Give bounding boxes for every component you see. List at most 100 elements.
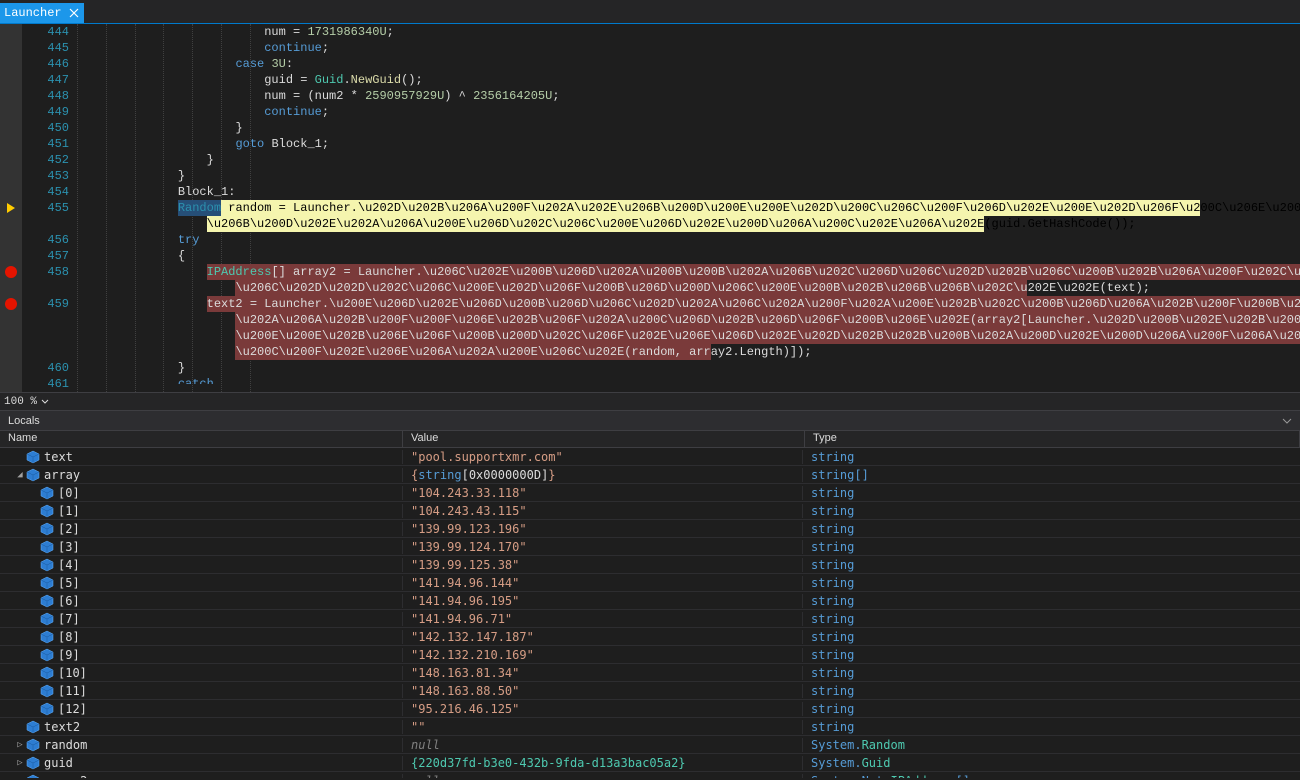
locals-row[interactable]: [5] "141.94.96.144"string	[0, 574, 1300, 592]
var-name: [10]	[58, 666, 87, 680]
chevron-down-icon[interactable]	[1282, 416, 1292, 426]
variable-icon	[26, 738, 40, 752]
locals-row[interactable]: [2]"139.99.123.196"string	[0, 520, 1300, 538]
code-line[interactable]: catch	[77, 376, 214, 384]
locals-row[interactable]: [9]"142.132.210.169"string	[0, 646, 1300, 664]
var-value: "139.99.125.38"	[403, 558, 803, 572]
code-line[interactable]: {	[77, 248, 185, 264]
locals-row[interactable]: [1]"104.243.43.115"string	[0, 502, 1300, 520]
var-type: string	[803, 540, 998, 554]
expander-icon[interactable]	[14, 740, 26, 750]
code-line[interactable]: Block_1:	[77, 184, 235, 200]
code-line[interactable]: \u200C\u200F\u202E\u206E\u206A\u202A\u20…	[77, 344, 812, 360]
code-line[interactable]: }	[77, 168, 185, 184]
var-type: string[]	[803, 468, 998, 482]
variable-icon	[40, 504, 54, 518]
var-type: string	[803, 630, 998, 644]
locals-row[interactable]: text"pool.supportxmr.com"string	[0, 448, 1300, 466]
col-header-type[interactable]: Type	[805, 431, 1300, 447]
line-number-gutter: 4444454464474484494504514524534544554564…	[22, 24, 77, 392]
code-line[interactable]: Random random = Launcher.\u202D\u202B\u2…	[77, 200, 1300, 216]
var-type: string	[803, 648, 998, 662]
var-name: text2	[44, 720, 80, 734]
code-content[interactable]: num = 1731986340U; continue; case 3U: gu…	[77, 24, 1300, 392]
var-name: array2	[44, 774, 87, 779]
code-line[interactable]: try	[77, 232, 199, 248]
variable-icon	[26, 774, 40, 779]
code-line[interactable]: \u202A\u206A\u202B\u200F\u200F\u206E\u20…	[77, 312, 1300, 328]
code-line[interactable]: continue;	[77, 104, 329, 120]
var-name: [5]	[58, 576, 80, 590]
code-line[interactable]: }	[77, 120, 243, 136]
code-line[interactable]: IPAddress[] array2 = Launcher.\u206C\u20…	[77, 264, 1300, 280]
locals-row[interactable]: [10] "148.163.81.34"string	[0, 664, 1300, 682]
var-name: [12]	[58, 702, 87, 716]
breakpoint-icon[interactable]	[5, 298, 17, 310]
code-line[interactable]: \u200E\u200E\u202B\u206E\u206F\u200B\u20…	[77, 328, 1300, 344]
variable-icon	[40, 558, 54, 572]
var-value: "142.132.210.169"	[403, 648, 803, 662]
var-type: string	[803, 666, 998, 680]
locals-row[interactable]: [12]"95.216.46.125"string	[0, 700, 1300, 718]
var-type: System.Random	[803, 738, 998, 752]
var-value: "148.163.81.34"	[403, 666, 803, 680]
tab-launcher[interactable]: Launcher	[0, 3, 84, 23]
code-editor[interactable]: 4444454464474484494504514524534544554564…	[0, 24, 1300, 392]
var-value: {220d37fd-b3e0-432b-9fda-d13a3bac05a2}	[403, 756, 803, 770]
code-line[interactable]: num = (num2 * 2590957929U) ^ 2356164205U…	[77, 88, 560, 104]
expander-icon[interactable]	[14, 758, 26, 768]
var-value: ""	[403, 720, 803, 734]
chevron-down-icon[interactable]	[41, 398, 49, 406]
variable-icon	[40, 486, 54, 500]
var-value: "141.94.96.195"	[403, 594, 803, 608]
locals-row[interactable]: [0]"104.243.33.118"string	[0, 484, 1300, 502]
code-line[interactable]: num = 1731986340U;	[77, 24, 394, 40]
locals-row[interactable]: [4]"139.99.125.38"string	[0, 556, 1300, 574]
locals-body[interactable]: text"pool.supportxmr.com"stringarray{str…	[0, 448, 1300, 778]
var-type: string	[803, 720, 998, 734]
variable-icon	[26, 756, 40, 770]
var-name: random	[44, 738, 87, 752]
code-line[interactable]: \u206B\u200D\u202E\u202A\u206A\u200E\u20…	[77, 216, 1136, 232]
locals-row[interactable]: [3]"139.99.124.170"string	[0, 538, 1300, 556]
variable-icon	[26, 468, 40, 482]
close-icon[interactable]	[68, 7, 80, 19]
var-name: [11]	[58, 684, 87, 698]
code-line[interactable]: guid = Guid.NewGuid();	[77, 72, 423, 88]
var-type: string	[803, 594, 998, 608]
locals-row[interactable]: [8]"142.132.147.187"string	[0, 628, 1300, 646]
locals-row[interactable]: guid{220d37fd-b3e0-432b-9fda-d13a3bac05a…	[0, 754, 1300, 772]
code-line[interactable]: }	[77, 360, 185, 376]
var-value: "139.99.123.196"	[403, 522, 803, 536]
var-value: "141.94.96.144"	[403, 576, 803, 590]
locals-row[interactable]: array2nullSystem.Net.IPAddress[]	[0, 772, 1300, 778]
variable-icon	[40, 666, 54, 680]
variable-icon	[40, 648, 54, 662]
expander-icon[interactable]	[14, 470, 26, 480]
locals-label: Locals	[8, 415, 40, 427]
var-type: string	[803, 576, 998, 590]
var-type: string	[803, 450, 998, 464]
zoom-level[interactable]: 100 %	[4, 396, 37, 408]
locals-row[interactable]: array{string[0x0000000D]}string[]	[0, 466, 1300, 484]
code-line[interactable]: goto Block_1;	[77, 136, 329, 152]
var-type: string	[803, 684, 998, 698]
panel-options[interactable]	[1282, 416, 1292, 426]
code-line[interactable]: \u206C\u202D\u202D\u202C\u206C\u200E\u20…	[77, 280, 1150, 296]
code-line[interactable]: continue;	[77, 40, 329, 56]
locals-row[interactable]: [7]"141.94.96.71"string	[0, 610, 1300, 628]
locals-row[interactable]: [6]"141.94.96.195"string	[0, 592, 1300, 610]
locals-row[interactable]: text2 ""string	[0, 718, 1300, 736]
locals-row[interactable]: [11]"148.163.88.50"string	[0, 682, 1300, 700]
code-line[interactable]: text2 = Launcher.\u200E\u206D\u202E\u206…	[77, 296, 1300, 312]
code-line[interactable]: case 3U:	[77, 56, 293, 72]
locals-header: Name Value Type	[0, 430, 1300, 448]
breakpoint-icon[interactable]	[5, 266, 17, 278]
var-type: string	[803, 486, 998, 500]
code-line[interactable]: }	[77, 152, 214, 168]
locals-panel-title: Locals	[0, 410, 1300, 430]
col-header-name[interactable]: Name	[0, 431, 403, 447]
locals-row[interactable]: randomnullSystem.Random	[0, 736, 1300, 754]
variable-icon	[40, 576, 54, 590]
col-header-value[interactable]: Value	[403, 431, 805, 447]
